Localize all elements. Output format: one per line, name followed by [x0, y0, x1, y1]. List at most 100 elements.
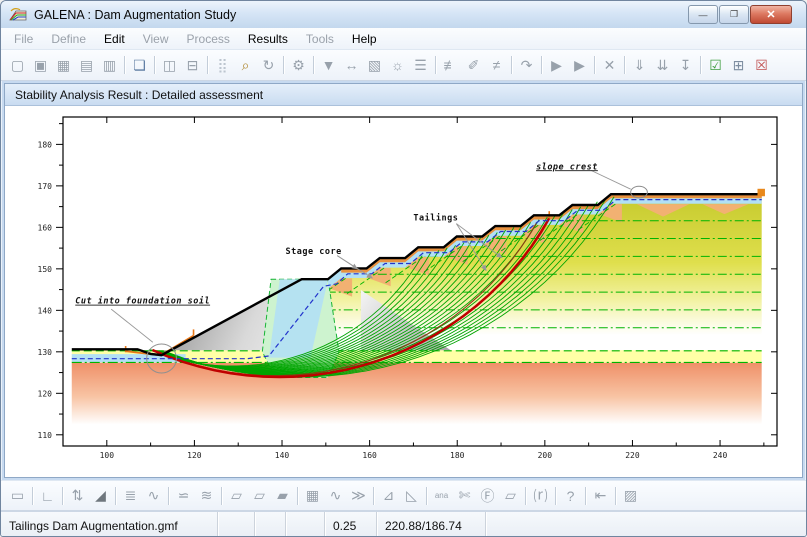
svg-text:140: 140 [38, 306, 53, 315]
svg-text:180: 180 [38, 140, 53, 149]
status-cell-1 [218, 512, 255, 536]
menu-results[interactable]: Results [239, 30, 297, 48]
grid-button[interactable]: ⣿ [211, 54, 234, 76]
toolbar-separator [624, 56, 625, 74]
svg-text:100: 100 [100, 451, 115, 460]
seismic-load-button[interactable]: ∿ [324, 485, 347, 507]
edit-restraints-button[interactable]: ≠ [485, 54, 508, 76]
status-cell-6 [486, 512, 806, 536]
print-preview-button[interactable]: ◫ [158, 54, 181, 76]
toolbar-separator [585, 486, 586, 505]
svg-text:130: 130 [38, 348, 53, 357]
svg-text:170: 170 [38, 182, 53, 191]
run-new-button[interactable]: ▶ [568, 54, 591, 76]
toolbar-separator [594, 56, 595, 74]
query-region-button[interactable]: ? [559, 485, 582, 507]
menu-file[interactable]: File [5, 30, 42, 48]
app-window: GALENA : Dam Augmentation Study — ❐ ✕ Fi… [0, 0, 807, 537]
menu-tools[interactable]: Tools [297, 30, 343, 48]
toolbar-separator [154, 56, 155, 74]
tree-view-button[interactable]: ☰ [409, 54, 432, 76]
back-calculate-button[interactable]: ⇤ [589, 485, 612, 507]
toolbar-separator [297, 486, 298, 505]
svg-text:Stage core: Stage core [286, 247, 342, 257]
results-error-button[interactable]: ☒ [750, 54, 773, 76]
caption-buttons: — ❐ ✕ [688, 5, 800, 24]
slope-surface-button[interactable]: ◢ [89, 485, 112, 507]
results-ok-button[interactable]: ☑ [704, 54, 727, 76]
toolbar-separator [283, 56, 284, 74]
region-a-button[interactable]: ▱ [225, 485, 248, 507]
slip-search-button[interactable]: ▱ [499, 485, 522, 507]
svg-text:Cut into foundation soil: Cut into foundation soil [75, 296, 210, 307]
extents-button[interactable]: ↔ [340, 54, 363, 76]
phreatic-surface-button[interactable]: ⋍ [172, 485, 195, 507]
refresh-button[interactable]: ↻ [257, 54, 280, 76]
reprocess-button[interactable]: ↷ [515, 54, 538, 76]
toolbar-separator [124, 56, 125, 74]
save-as-button[interactable]: ▤ [75, 54, 98, 76]
status-cell-3 [286, 512, 325, 536]
open-file-button[interactable]: ▣ [29, 54, 52, 76]
menu-process[interactable]: Process [178, 30, 239, 48]
sort-list-button[interactable]: ⇓ [628, 54, 651, 76]
svg-text:220: 220 [625, 451, 640, 460]
print-button[interactable]: ⊟ [181, 54, 204, 76]
close-file-button[interactable]: ▥ [98, 54, 121, 76]
edit-material-button[interactable]: ≢ [439, 54, 462, 76]
toolbar-separator [511, 56, 512, 74]
profile-curve-button[interactable]: ∿ [142, 485, 165, 507]
toolbar-separator [435, 56, 436, 74]
app-icon [9, 8, 27, 21]
ideas-button[interactable]: ☼ [386, 54, 409, 76]
page-frame-button[interactable]: ▭ [6, 485, 29, 507]
piezo-surface-button[interactable]: ≋ [195, 485, 218, 507]
menu-help[interactable]: Help [343, 30, 386, 48]
toolbar-separator [700, 56, 701, 74]
toolbar-separator [62, 486, 63, 505]
hatch-query-button[interactable]: ▨ [619, 485, 642, 507]
material-layers-button[interactable]: ≣ [119, 485, 142, 507]
sort-down-button[interactable]: ⇊ [651, 54, 674, 76]
status-cell-4: 0.25 [325, 512, 377, 536]
svg-text:160: 160 [362, 451, 377, 460]
distributed-load-button[interactable]: ▦ [301, 485, 324, 507]
toolbar-separator [168, 486, 169, 505]
slip-block-button[interactable]: ◺ [400, 485, 423, 507]
save-file-button[interactable]: ▦ [52, 54, 75, 76]
toolbar-separator [221, 486, 222, 505]
close-button[interactable]: ✕ [750, 5, 792, 24]
copy-button[interactable]: ❏ [128, 54, 151, 76]
menu-view[interactable]: View [134, 30, 178, 48]
image-export-button[interactable]: ▧ [363, 54, 386, 76]
svg-text:120: 120 [187, 451, 202, 460]
section-cut-button[interactable]: ✄ [453, 485, 476, 507]
analysis-annotate-button[interactable]: ana [430, 485, 453, 507]
region-b-button[interactable]: ▱ [248, 485, 271, 507]
toolbar-separator [525, 486, 526, 505]
point-load-button[interactable]: ≫ [347, 485, 370, 507]
axes-button[interactable]: ∟ [36, 485, 59, 507]
minimize-button[interactable]: — [688, 5, 718, 24]
factor-box-button[interactable]: Ⓕ [476, 485, 499, 507]
edit-profile-button[interactable]: ✐ [462, 54, 485, 76]
menu-edit[interactable]: Edit [95, 30, 134, 48]
filter-button[interactable]: ▼ [317, 54, 340, 76]
svg-text:200: 200 [538, 451, 553, 460]
toolbar-separator [313, 56, 314, 74]
menu-define[interactable]: Define [42, 30, 95, 48]
restart-marker-button[interactable]: ⒭ [529, 485, 552, 507]
svg-text:140: 140 [275, 451, 290, 460]
restore-button[interactable]: ❐ [719, 5, 749, 24]
zoom-button[interactable]: ⌕ [234, 54, 257, 76]
slip-circular-button[interactable]: ⊿ [377, 485, 400, 507]
sort-to-end-button[interactable]: ↧ [674, 54, 697, 76]
new-file-button[interactable]: ▢ [6, 54, 29, 76]
cancel-button[interactable]: ✕ [598, 54, 621, 76]
run-analysis-button[interactable]: ▶ [545, 54, 568, 76]
profile-flip-button[interactable]: ⇅ [66, 485, 89, 507]
region-lock-button[interactable]: ▰ [271, 485, 294, 507]
results-table-button[interactable]: ⊞ [727, 54, 750, 76]
settings-button[interactable]: ⚙ [287, 54, 310, 76]
titlebar: GALENA : Dam Augmentation Study — ❐ ✕ [1, 1, 806, 28]
